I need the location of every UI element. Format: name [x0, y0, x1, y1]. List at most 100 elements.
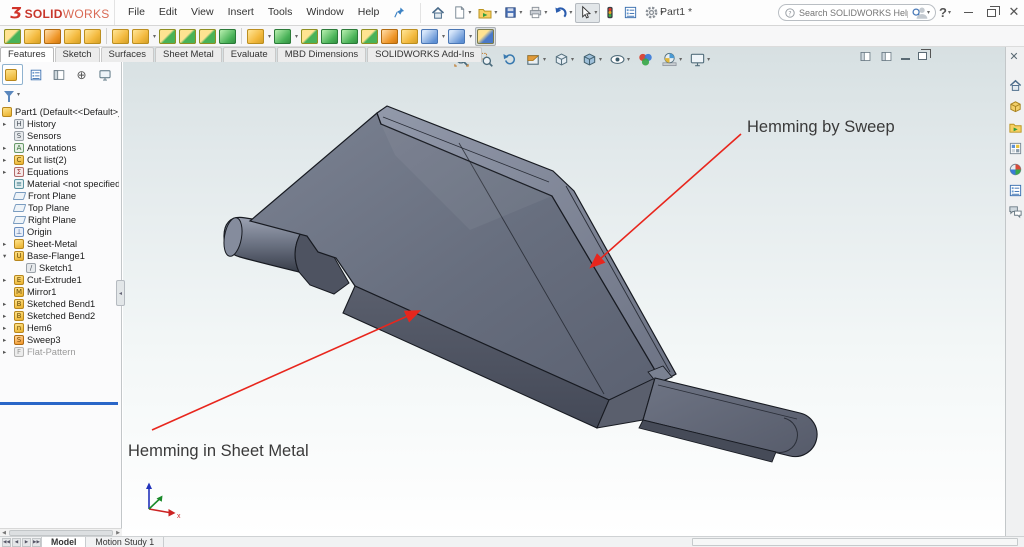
tree-item-cut-extrude[interactable]: ▸Cut-Extrude1 — [0, 274, 119, 286]
apply-scene-icon[interactable]: ▾ — [660, 50, 683, 68]
help-search-box[interactable]: ▾ — [778, 4, 936, 21]
unfold-icon[interactable] — [421, 28, 439, 44]
menu-help[interactable]: Help — [351, 0, 387, 25]
expand-arrow[interactable]: ▸ — [3, 118, 6, 130]
tab-evaluate[interactable]: Evaluate — [222, 47, 276, 62]
minimize-app-button[interactable] — [960, 5, 976, 21]
tree-item-annotations[interactable]: ▸Annotations — [0, 142, 119, 154]
tree-item-material[interactable]: Material <not specified> — [0, 178, 119, 190]
tree-item-right-plane[interactable]: Right Plane — [0, 214, 119, 226]
graphics-area[interactable]: Hemming by Sweep Hemming in Sheet Metal … — [123, 47, 1005, 536]
tab-sketch[interactable]: Sketch — [54, 47, 100, 62]
model-canvas[interactable]: Hemming by Sweep Hemming in Sheet Metal … — [123, 47, 1005, 536]
first-tab-button[interactable]: ◀◀ — [2, 537, 11, 547]
dropdown-caret[interactable]: ▾ — [153, 33, 156, 40]
gusset-icon[interactable] — [341, 28, 359, 44]
expand-arrow[interactable]: ▸ — [3, 310, 6, 322]
panel-horizontal-scrollbar[interactable]: ◀ ▶ — [0, 528, 122, 536]
filter-funnel-icon[interactable] — [4, 91, 14, 102]
sketched-bend-icon[interactable] — [301, 28, 319, 44]
tab-sheet-metal[interactable]: Sheet Metal — [155, 47, 222, 62]
menu-file[interactable]: File — [121, 0, 152, 25]
tree-item-sheet-metal[interactable]: ▸ Sheet-Metal — [0, 238, 119, 250]
model-tab[interactable]: Model — [41, 536, 87, 547]
menu-window[interactable]: Window — [299, 0, 350, 25]
next-tab-button[interactable]: ▶ — [22, 537, 31, 547]
menu-tools[interactable]: Tools — [261, 0, 300, 25]
save-button[interactable]: ▾ — [500, 3, 525, 23]
expand-arrow[interactable]: ▸ — [3, 154, 6, 166]
restore-document-button[interactable] — [918, 48, 931, 63]
expand-arrow[interactable]: ▸ — [3, 298, 6, 310]
dimxpertmanager-tab[interactable]: ⊕ — [71, 64, 92, 85]
search-input[interactable] — [799, 7, 908, 18]
select-button[interactable]: ▾ — [575, 2, 601, 23]
custom-properties-icon[interactable] — [1007, 182, 1024, 199]
featuremanager-tree-tab[interactable] — [2, 64, 23, 85]
restore-app-button[interactable] — [983, 5, 1000, 21]
menu-view[interactable]: View — [184, 0, 221, 25]
vent-icon[interactable] — [361, 28, 379, 44]
hem-tool-icon[interactable] — [199, 28, 217, 44]
corner-icon[interactable] — [321, 28, 339, 44]
scroll-thumb[interactable] — [9, 529, 113, 536]
expand-arrow[interactable]: ▸ — [3, 166, 6, 178]
linear-pattern-icon[interactable] — [274, 28, 292, 44]
expand-arrow[interactable]: ▸ — [3, 238, 6, 250]
jog-icon[interactable] — [219, 28, 237, 44]
edit-appearance-icon[interactable] — [636, 50, 655, 68]
undo-button[interactable]: ▾ — [550, 3, 575, 23]
pin-menu-icon[interactable] — [390, 4, 408, 22]
tree-item-sensors[interactable]: Sensors — [0, 130, 119, 142]
motion-study-tab[interactable]: Motion Study 1 — [86, 536, 165, 547]
file-explorer-icon[interactable] — [1007, 119, 1024, 136]
propertymanager-tab[interactable] — [25, 64, 46, 85]
tree-item-sketched-bend1[interactable]: ▸Sketched Bend1 — [0, 298, 119, 310]
tree-item-mirror[interactable]: Mirror1 — [0, 286, 119, 298]
displaymanager-tab[interactable] — [94, 64, 115, 85]
expand-arrow[interactable]: ▸ — [3, 334, 6, 346]
view-palette-icon[interactable] — [1007, 140, 1024, 157]
minimize-document-button[interactable] — [901, 51, 910, 63]
last-tab-button[interactable]: ▶▶ — [32, 537, 41, 547]
miter-flange-icon[interactable] — [179, 28, 197, 44]
close-app-button[interactable]: ✕ — [1006, 5, 1022, 21]
rollback-bar[interactable] — [0, 402, 118, 405]
dropdown-caret[interactable]: ▾ — [268, 33, 271, 40]
extruded-cut-icon[interactable] — [247, 28, 265, 44]
base-flange-icon[interactable] — [4, 28, 21, 44]
tree-item-history[interactable]: ▸History — [0, 118, 119, 130]
pane-left-toggle-icon[interactable] — [859, 50, 872, 63]
tree-item-front-plane[interactable]: Front Plane — [0, 190, 119, 202]
expand-arrow[interactable]: ▸ — [3, 274, 6, 286]
edge-flange-icon[interactable] — [159, 28, 177, 44]
prev-tab-button[interactable]: ◀ — [12, 537, 21, 547]
solidworks-resources-icon[interactable] — [1007, 77, 1024, 94]
solidworks-forum-icon[interactable] — [1007, 203, 1024, 220]
welded-corner-icon[interactable] — [401, 28, 419, 44]
performance-stoplight-button[interactable] — [600, 3, 620, 23]
dropdown-caret[interactable]: ▾ — [469, 33, 472, 40]
new-document-button[interactable]: ▾ — [449, 3, 474, 23]
lofted-bend-icon[interactable] — [44, 28, 61, 44]
flatten-icon[interactable] — [477, 28, 495, 44]
tree-item-equations[interactable]: ▸Equations — [0, 166, 119, 178]
tab-solidworks-addins[interactable]: SOLIDWORKS Add-Ins — [367, 47, 483, 62]
expand-arrow[interactable]: ▸ — [3, 346, 6, 358]
tree-item-hem6[interactable]: ▸Hem6 — [0, 322, 119, 334]
open-button[interactable]: ▾ — [474, 3, 500, 23]
tree-item-sketch1[interactable]: Sketch1 — [0, 262, 119, 274]
sheet-metal-part[interactable] — [221, 105, 818, 463]
view-settings-icon[interactable]: ▾ — [688, 50, 711, 68]
tree-item-sweep3[interactable]: ▸Sweep3 — [0, 334, 119, 346]
panel-collapse-handle[interactable]: ◂ — [116, 280, 125, 306]
close-document-button[interactable]: ✕ — [1006, 50, 1022, 64]
dropdown-caret[interactable]: ▾ — [442, 33, 445, 40]
collapse-arrow[interactable]: ▾ — [3, 250, 6, 262]
view-orientation-icon[interactable]: ▾ — [552, 50, 575, 68]
tree-item-origin[interactable]: Origin — [0, 226, 119, 238]
cross-break-icon[interactable] — [381, 28, 399, 44]
filter-caret[interactable]: ▾ — [17, 91, 20, 98]
tree-item-sketched-bend2[interactable]: ▸Sketched Bend2 — [0, 310, 119, 322]
display-style-icon[interactable]: ▾ — [580, 50, 603, 68]
